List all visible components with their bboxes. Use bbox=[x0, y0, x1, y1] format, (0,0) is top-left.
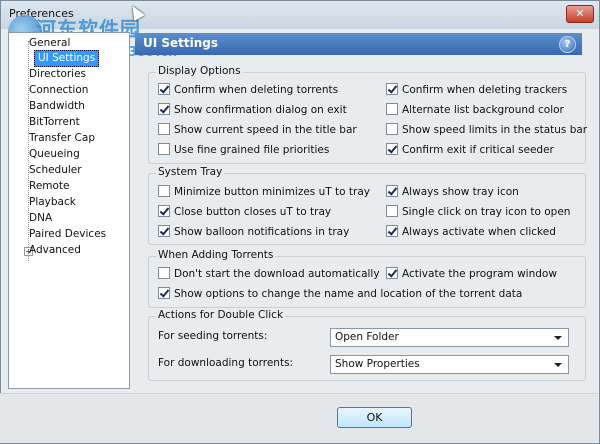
checkbox-balloon-notifications[interactable]: Show balloon notifications in tray bbox=[158, 225, 349, 239]
category-tree[interactable]: General UI Settings Directories Connecti… bbox=[8, 32, 130, 389]
checkbox-label: Show confirmation dialog on exit bbox=[174, 104, 347, 116]
checkbox-icon[interactable] bbox=[386, 205, 398, 217]
page-header: UI Settings ? bbox=[135, 33, 582, 55]
adding-torrents-title: When Adding Torrents bbox=[156, 249, 276, 261]
checkbox-show-name-location-options[interactable]: Show options to change the name and loca… bbox=[158, 287, 522, 301]
chevron-down-icon bbox=[554, 363, 562, 367]
sidebar-item-paired-devices[interactable]: Paired Devices bbox=[29, 227, 106, 242]
sidebar-item-dna[interactable]: DNA bbox=[29, 211, 52, 226]
sidebar-item-general[interactable]: General bbox=[29, 36, 70, 51]
checkbox-always-activate[interactable]: Always activate when clicked bbox=[386, 225, 556, 239]
system-tray-title: System Tray bbox=[156, 166, 225, 178]
checkbox-speed-title-bar[interactable]: Show current speed in the title bar bbox=[158, 123, 357, 137]
downloading-torrents-label: For downloading torrents: bbox=[158, 357, 294, 369]
sidebar-item-directories[interactable]: Directories bbox=[29, 67, 86, 82]
title-bar[interactable]: Preferences ✕ bbox=[1, 1, 599, 29]
sidebar-item-scheduler[interactable]: Scheduler bbox=[29, 163, 82, 178]
checkbox-label: Confirm when deleting torrents bbox=[174, 84, 339, 96]
checkbox-label: Minimize button minimizes uT to tray bbox=[174, 186, 370, 198]
checkbox-icon[interactable] bbox=[386, 83, 398, 95]
checkbox-icon[interactable] bbox=[158, 103, 170, 115]
sidebar-item-transfer-cap[interactable]: Transfer Cap bbox=[29, 131, 95, 146]
checkbox-icon[interactable] bbox=[386, 225, 398, 237]
checkbox-icon[interactable] bbox=[158, 123, 170, 135]
checkbox-icon[interactable] bbox=[158, 267, 170, 279]
checkbox-icon[interactable] bbox=[386, 103, 398, 115]
checkbox-label: Show current speed in the title bar bbox=[174, 124, 357, 136]
seeding-action-select[interactable]: Open Folder bbox=[330, 328, 569, 347]
checkbox-icon[interactable] bbox=[158, 225, 170, 237]
checkbox-label: Confirm when deleting trackers bbox=[402, 84, 568, 96]
sidebar-item-remote[interactable]: Remote bbox=[29, 179, 70, 194]
double-click-title: Actions for Double Click bbox=[156, 309, 286, 321]
seeding-action-value: Open Folder bbox=[335, 331, 399, 343]
sidebar-item-queueing[interactable]: Queueing bbox=[29, 147, 80, 162]
checkbox-label: Don't start the download automatically bbox=[174, 268, 380, 280]
sidebar-item-playback[interactable]: Playback bbox=[29, 195, 76, 210]
help-icon[interactable]: ? bbox=[559, 36, 576, 53]
sidebar-item-bandwidth[interactable]: Bandwidth bbox=[29, 99, 85, 114]
checkbox-icon[interactable] bbox=[386, 267, 398, 279]
page-title: UI Settings bbox=[143, 36, 219, 50]
checkbox-minimize-to-tray[interactable]: Minimize button minimizes uT to tray bbox=[158, 185, 370, 199]
checkbox-speed-limits-status-bar[interactable]: Show speed limits in the status bar bbox=[386, 123, 587, 137]
downloading-action-value: Show Properties bbox=[335, 358, 420, 370]
checkbox-label: Use fine grained file priorities bbox=[174, 144, 330, 156]
checkbox-confirm-exit-dialog[interactable]: Show confirmation dialog on exit bbox=[158, 103, 347, 117]
checkbox-label: Alternate list background color bbox=[402, 104, 564, 116]
display-options-title: Display Options bbox=[156, 65, 243, 77]
checkbox-label: Always show tray icon bbox=[402, 186, 519, 198]
checkbox-label: Single click on tray icon to open bbox=[402, 206, 571, 218]
checkbox-activate-window[interactable]: Activate the program window bbox=[386, 267, 557, 281]
ok-button[interactable]: OK bbox=[337, 407, 412, 428]
checkbox-label: Show speed limits in the status bar bbox=[402, 124, 588, 136]
close-button[interactable]: ✕ bbox=[566, 5, 594, 23]
checkbox-confirm-delete-torrents[interactable]: Confirm when deleting torrents bbox=[158, 83, 338, 97]
checkbox-fine-grained-priorities[interactable]: Use fine grained file priorities bbox=[158, 143, 329, 157]
checkbox-icon[interactable] bbox=[158, 83, 170, 95]
checkbox-icon[interactable] bbox=[158, 185, 170, 197]
dialog-footer bbox=[0, 393, 598, 443]
sidebar-item-advanced[interactable]: Advanced bbox=[29, 243, 81, 258]
checkbox-label: Show balloon notifications in tray bbox=[174, 226, 350, 238]
checkbox-icon[interactable] bbox=[386, 123, 398, 135]
checkbox-label: Confirm exit if critical seeder bbox=[402, 144, 554, 156]
checkbox-icon[interactable] bbox=[158, 287, 170, 299]
checkbox-label: Always activate when clicked bbox=[402, 226, 556, 238]
checkbox-always-show-tray-icon[interactable]: Always show tray icon bbox=[386, 185, 519, 199]
checkbox-label: Show options to change the name and loca… bbox=[174, 288, 523, 300]
chevron-down-icon bbox=[554, 336, 562, 340]
seeding-torrents-label: For seeding torrents: bbox=[158, 330, 268, 342]
downloading-action-select[interactable]: Show Properties bbox=[330, 355, 569, 374]
checkbox-confirm-delete-trackers[interactable]: Confirm when deleting trackers bbox=[386, 83, 567, 97]
sidebar-item-bittorrent[interactable]: BitTorrent bbox=[29, 115, 80, 130]
checkbox-label: Activate the program window bbox=[402, 268, 557, 280]
checkbox-icon[interactable] bbox=[158, 143, 170, 155]
checkbox-confirm-exit-critical-seeder[interactable]: Confirm exit if critical seeder bbox=[386, 143, 554, 157]
checkbox-dont-start-automatically[interactable]: Don't start the download automatically bbox=[158, 267, 380, 281]
checkbox-label: Close button closes uT to tray bbox=[174, 206, 332, 218]
checkbox-icon[interactable] bbox=[386, 185, 398, 197]
sidebar-item-ui-settings[interactable]: UI Settings bbox=[34, 50, 100, 67]
sidebar-item-connection[interactable]: Connection bbox=[29, 83, 88, 98]
checkbox-icon[interactable] bbox=[158, 205, 170, 217]
checkbox-icon[interactable] bbox=[386, 143, 398, 155]
checkbox-alternate-background[interactable]: Alternate list background color bbox=[386, 103, 564, 117]
checkbox-close-to-tray[interactable]: Close button closes uT to tray bbox=[158, 205, 331, 219]
window-title: Preferences bbox=[9, 7, 74, 20]
checkbox-single-click-tray[interactable]: Single click on tray icon to open bbox=[386, 205, 570, 219]
